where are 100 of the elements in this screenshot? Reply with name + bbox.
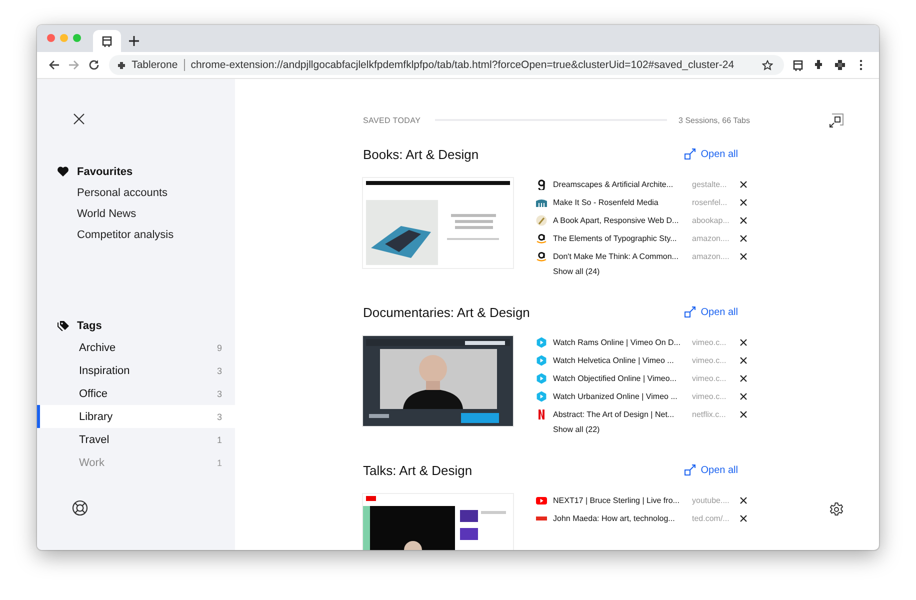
tag-label: Travel xyxy=(79,434,110,446)
favicon-icon xyxy=(536,232,547,244)
favicon-icon xyxy=(536,336,547,348)
close-icon xyxy=(73,113,85,125)
remove-tab-button[interactable] xyxy=(739,338,748,346)
group-title: Talks: Art & Design xyxy=(363,462,472,478)
cross-icon xyxy=(834,59,846,71)
sidebar-item[interactable]: Travel 1 xyxy=(37,428,235,451)
tab-domain: ted.com/... xyxy=(692,514,730,522)
close-icon xyxy=(739,374,748,382)
sidebar-link[interactable]: World News xyxy=(37,204,235,225)
tag-count: 3 xyxy=(216,412,222,422)
browser-tab[interactable] xyxy=(93,30,121,52)
favicon-icon xyxy=(536,196,547,208)
tab-title[interactable]: Watch Objectified Online | Vimeo... xyxy=(553,374,692,382)
group-title: Documentaries: Art & Design xyxy=(363,304,530,320)
tab-title[interactable]: Abstract: The Art of Design | Net... xyxy=(553,410,692,418)
address-bar[interactable]: Tablerone chrome-extension://andpjllgocabfacjlelkfpdemfklpfpo/tab/tab.html?forceOpen=true&clusterUid=102#saved_cluster-24 xyxy=(108,55,784,75)
heart-icon xyxy=(57,166,69,177)
show-all-link[interactable]: Show all (22) xyxy=(553,421,600,439)
tag-label: Archive xyxy=(79,342,116,354)
sidebar-link[interactable]: Competitor analysis xyxy=(37,225,235,246)
close-icon xyxy=(739,338,748,346)
sidebar-link[interactable]: Personal accounts xyxy=(37,183,235,204)
remove-tab-button[interactable] xyxy=(739,198,748,206)
remove-tab-button[interactable] xyxy=(739,410,748,418)
sidebar-item[interactable]: Inspiration 3 xyxy=(37,359,235,382)
favicon-icon xyxy=(536,372,547,384)
remove-tab-button[interactable] xyxy=(739,180,748,188)
tab-domain: netflix.c... xyxy=(692,410,727,418)
external-link-icon xyxy=(684,148,696,160)
remove-tab-button[interactable] xyxy=(739,234,748,242)
table-icon xyxy=(792,59,804,71)
remove-tab-button[interactable] xyxy=(739,356,748,364)
tab-title[interactable]: Watch Helvetica Online | Vimeo ... xyxy=(553,356,692,364)
show-all-link[interactable]: Show all (24) xyxy=(553,263,600,281)
close-icon xyxy=(739,392,748,400)
tag-label: Library xyxy=(79,410,113,422)
url-text: chrome-extension://andpjllgocabfacjlelkfpdemfklpfpo/tab/tab.html?forceOpen=true&clusterUid=102#saved_cluster-24 xyxy=(190,59,736,71)
sidebar-item[interactable]: Archive 9 xyxy=(37,336,235,359)
tab-title[interactable]: Dreamscapes & Artificial Archite... xyxy=(553,180,692,188)
favicon-icon xyxy=(536,408,547,420)
close-icon xyxy=(739,180,748,188)
open-all-link[interactable]: Open all xyxy=(684,148,738,160)
sidebar-item[interactable]: Office 3 xyxy=(37,382,235,405)
tab-title[interactable]: Don't Make Me Think: A Common... xyxy=(553,252,692,260)
section-heading: Tags xyxy=(77,320,102,332)
close-button[interactable] xyxy=(73,113,85,125)
tab-domain: amazon.... xyxy=(692,252,730,260)
remove-tab-button[interactable] xyxy=(739,374,748,382)
collapse-button[interactable] xyxy=(828,113,844,129)
section-heading: Favourites xyxy=(77,166,133,178)
tab-title[interactable]: Make It So - Rosenfeld Media xyxy=(553,198,692,206)
tab-domain: rosenfel... xyxy=(692,198,728,206)
tab-domain: amazon.... xyxy=(692,234,730,242)
tag-label: Work xyxy=(79,456,104,468)
tab-title[interactable]: Watch Rams Online | Vimeo On D... xyxy=(553,338,692,346)
tab-title[interactable]: The Elements of Typographic Sty... xyxy=(553,234,692,242)
close-icon xyxy=(739,356,748,364)
remove-tab-button[interactable] xyxy=(739,496,748,504)
tab-title[interactable]: John Maeda: How art, technolog... xyxy=(553,514,692,522)
remove-tab-button[interactable] xyxy=(739,392,748,400)
group-title: Books: Art & Design xyxy=(363,146,479,162)
tab-title[interactable]: NEXT17 | Bruce Sterling | Live fro... xyxy=(553,496,692,504)
section-label: SAVED TODAY xyxy=(363,116,421,124)
remove-tab-button[interactable] xyxy=(739,514,748,522)
tag-count: 3 xyxy=(216,388,222,398)
reload-icon xyxy=(88,59,100,71)
close-icon xyxy=(739,198,748,206)
settings-button[interactable] xyxy=(829,502,844,517)
site-name: Tablerone xyxy=(132,59,178,71)
tag-icon xyxy=(57,320,69,331)
tab-domain: vimeo.c... xyxy=(692,392,728,400)
arrow-left-icon xyxy=(48,59,60,71)
external-link-icon xyxy=(684,306,696,318)
help-button[interactable] xyxy=(72,500,88,516)
tag-count: 1 xyxy=(216,434,222,444)
open-all-link[interactable]: Open all xyxy=(684,464,738,476)
settings-icon xyxy=(829,502,844,517)
lifebuoy-icon xyxy=(72,500,88,516)
open-all-link[interactable]: Open all xyxy=(684,306,738,318)
close-icon xyxy=(739,234,748,242)
favicon-icon xyxy=(536,178,547,190)
table-icon xyxy=(101,34,113,48)
tag-label: Office xyxy=(79,388,108,400)
tab-domain: vimeo.c... xyxy=(692,356,728,364)
close-icon xyxy=(739,514,748,522)
sidebar-item[interactable]: Library 3 xyxy=(37,405,235,428)
tag-count: 9 xyxy=(216,342,222,352)
favicon-icon xyxy=(536,354,547,366)
arrow-right-icon xyxy=(68,59,80,71)
tab-domain: vimeo.c... xyxy=(692,338,728,346)
plus-icon xyxy=(129,36,139,46)
remove-tab-button[interactable] xyxy=(739,216,748,224)
tab-domain: vimeo.c... xyxy=(692,374,728,382)
remove-tab-button[interactable] xyxy=(739,252,748,260)
tab-domain: youtube.... xyxy=(692,496,730,504)
favicon-icon xyxy=(536,494,547,506)
tab-title[interactable]: A Book Apart, Responsive Web D... xyxy=(553,216,692,224)
tab-title[interactable]: Watch Urbanized Online | Vimeo ... xyxy=(553,392,692,400)
